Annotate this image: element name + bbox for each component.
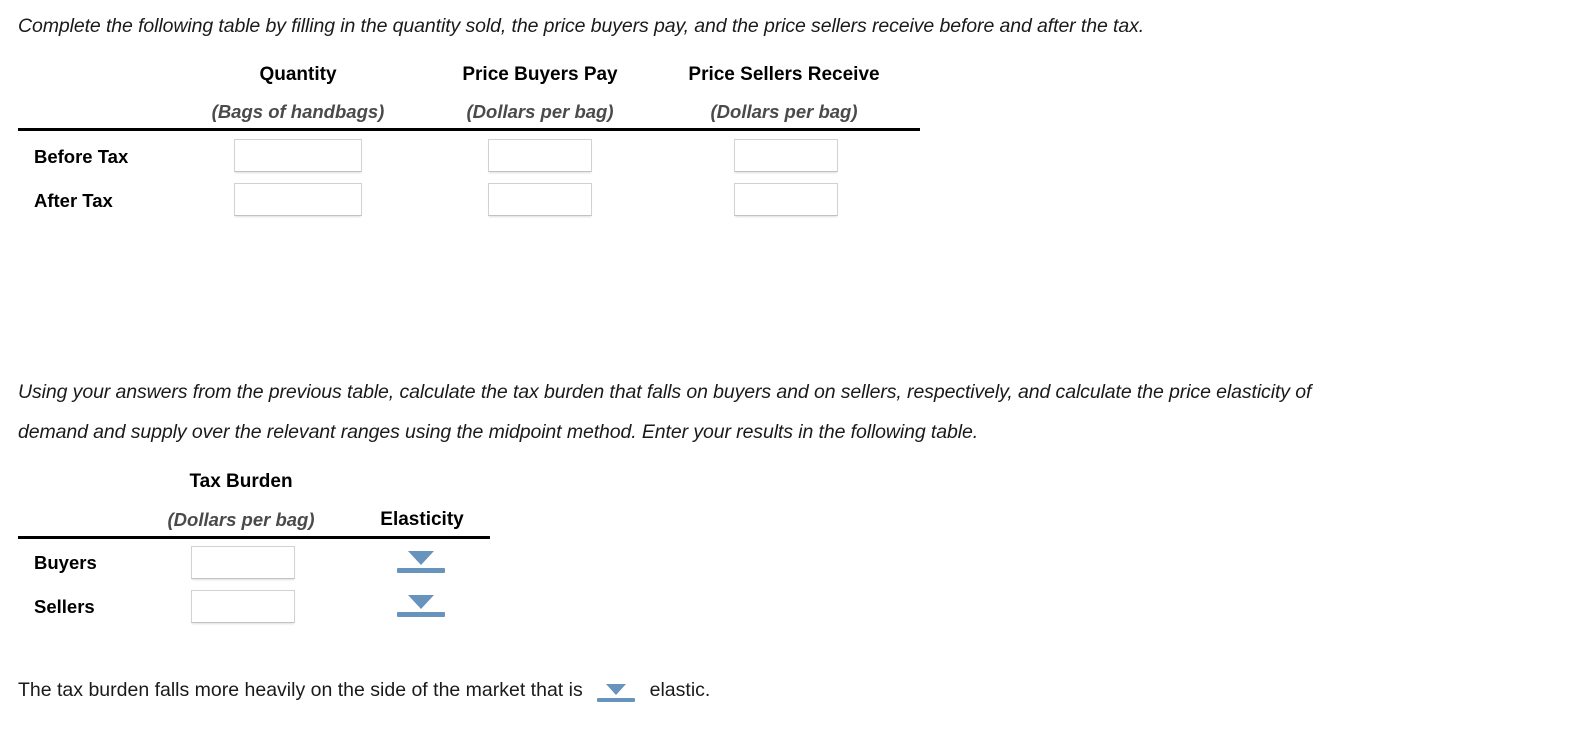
conclusion-text-after: elastic. <box>649 679 711 701</box>
dropdown-underline <box>397 612 445 617</box>
table2-header-elasticity: Elasticity <box>380 509 464 530</box>
table2-header-tax-burden: Tax Burden <box>189 471 293 492</box>
table2-header-rule <box>18 536 490 539</box>
table1-subheader-price-buyers-pay-units: (Dollars per bag) <box>466 101 614 122</box>
price-buyers-pay-before-tax-input[interactable] <box>488 139 592 172</box>
table1-header-quantity: Quantity <box>259 64 337 85</box>
elasticity-sellers-dropdown[interactable] <box>397 595 445 617</box>
conclusion-text-before: The tax burden falls more heavily on the… <box>18 679 583 701</box>
quantity-before-tax-input[interactable] <box>234 139 362 172</box>
table1-row-label-before-tax: Before Tax <box>34 146 129 167</box>
table2-subheader-tax-burden-units: (Dollars per bag) <box>167 509 315 530</box>
elasticity-buyers-dropdown[interactable] <box>397 551 445 573</box>
table1-subheader-price-sellers-receive-units: (Dollars per bag) <box>710 101 858 122</box>
table2-instruction-line1: Using your answers from the previous tab… <box>18 381 1312 403</box>
quantity-after-tax-input[interactable] <box>234 183 362 216</box>
chevron-down-icon <box>606 684 627 695</box>
before-after-tax-table: Quantity (Bags of handbags) Price Buyers… <box>0 0 960 230</box>
price-sellers-receive-before-tax-input[interactable] <box>734 139 838 172</box>
tax-burden-sellers-input[interactable] <box>191 590 295 623</box>
tax-burden-buyers-input[interactable] <box>191 546 295 579</box>
table1-row-label-after-tax: After Tax <box>34 190 113 211</box>
tax-burden-elasticity-table: Tax Burden (Dollars per bag) Elasticity … <box>0 455 520 635</box>
table1-header-rule <box>18 128 920 131</box>
price-buyers-pay-after-tax-input[interactable] <box>488 183 592 216</box>
table2-row-label-buyers: Buyers <box>34 552 97 573</box>
conclusion-elasticity-dropdown[interactable] <box>597 684 636 702</box>
dropdown-underline <box>597 698 636 702</box>
table1-subheader-quantity-units: (Bags of handbags) <box>211 101 385 122</box>
table2-row-label-sellers: Sellers <box>34 596 95 617</box>
table1-header-price-sellers-receive: Price Sellers Receive <box>688 64 880 85</box>
table1-header-price-buyers-pay: Price Buyers Pay <box>462 64 618 85</box>
price-sellers-receive-after-tax-input[interactable] <box>734 183 838 216</box>
chevron-down-icon <box>408 595 434 609</box>
dropdown-underline <box>397 568 445 573</box>
chevron-down-icon <box>408 551 434 565</box>
conclusion-statement: The tax burden falls more heavily on the… <box>18 676 710 706</box>
table2-instruction-line2: demand and supply over the relevant rang… <box>18 421 979 443</box>
